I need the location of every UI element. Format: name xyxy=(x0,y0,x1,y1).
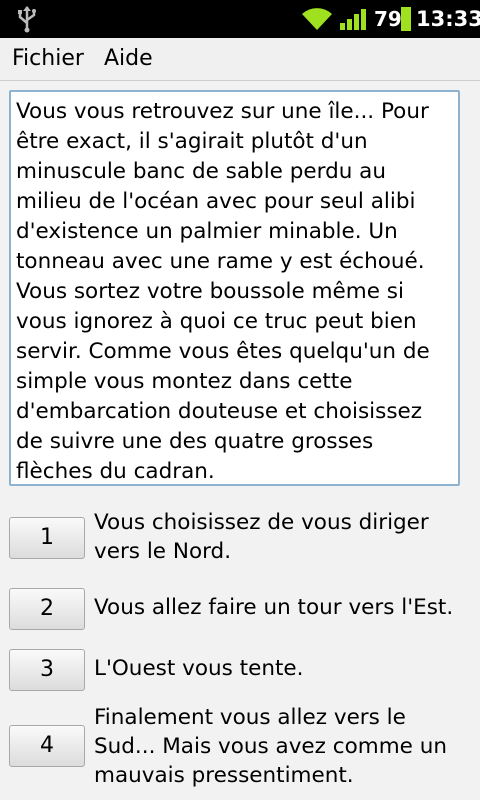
choice-3-button[interactable]: 3 xyxy=(9,649,85,691)
signal-icon xyxy=(340,9,366,30)
choice-4-button[interactable]: 4 xyxy=(9,725,85,767)
menu-bar: Fichier Aide xyxy=(0,38,480,81)
story-text: Vous vous retrouvez sur une île... Pour … xyxy=(16,99,430,484)
menu-file[interactable]: Fichier xyxy=(12,46,84,71)
wifi-icon xyxy=(302,8,332,30)
menu-help[interactable]: Aide xyxy=(104,46,153,71)
choice-1-label: Vous choisissez de vous diriger vers le … xyxy=(94,510,429,564)
choice-2-button[interactable]: 2 xyxy=(9,588,85,630)
choice-row-2: 2 Vous allez faire un tour vers l'Est. xyxy=(9,588,474,630)
battery-icon xyxy=(401,7,411,31)
choice-row-3: 3 L'Ouest vous tente. xyxy=(9,649,474,691)
choice-row-1: 1 Vous choisissez de vous diriger vers l… xyxy=(9,510,474,573)
battery-percent: 79 xyxy=(374,7,402,31)
status-bar: 79 13:33 xyxy=(0,0,480,38)
story-textbox[interactable]: Vous vous retrouvez sur une île... Pour … xyxy=(9,90,460,486)
choice-1-button[interactable]: 1 xyxy=(9,517,85,559)
clock: 13:33 xyxy=(416,7,480,31)
choice-row-4: 4 Finalement vous allez vers le Sud... M… xyxy=(9,703,474,793)
usb-icon xyxy=(18,6,36,33)
choice-4-label: Finalement vous allez vers le Sud... Mai… xyxy=(94,705,447,788)
choice-2-label: Vous allez faire un tour vers l'Est. xyxy=(94,595,454,620)
choice-3-label: L'Ouest vous tente. xyxy=(94,656,304,681)
